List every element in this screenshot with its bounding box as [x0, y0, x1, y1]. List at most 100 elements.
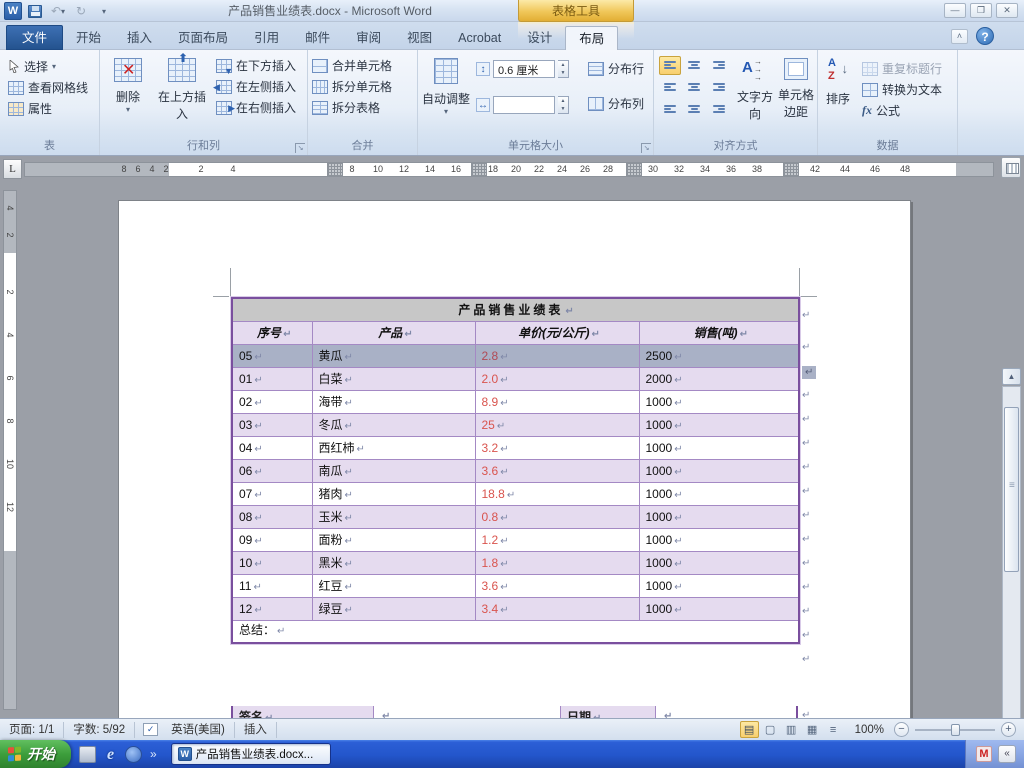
table-cell[interactable]: 1.8 ↵	[474, 550, 640, 575]
draft-view-button[interactable]: ≡	[824, 721, 843, 738]
document-page[interactable]: 产品销售业绩表 ↵ 序号 ↵ 产品 ↵ 单价(元/公斤) ↵ 销售(吨) ↵ 05 ↵ 黄瓜 ↵ 2.8 ↵ 2…	[118, 200, 911, 718]
table-cell[interactable]: 黑米 ↵	[311, 550, 476, 575]
table-cell[interactable]: 3.2 ↵	[474, 435, 640, 460]
repeat-header-rows-button[interactable]: 重复标题行	[858, 58, 946, 79]
table-cell[interactable]: 2500 ↵	[638, 343, 800, 368]
table-cell[interactable]: 1000 ↵	[638, 389, 800, 414]
table-cell[interactable]: 1000 ↵	[638, 481, 800, 506]
zoom-level[interactable]: 100%	[845, 724, 892, 736]
dialog-launcher-icon[interactable]: ↘	[641, 143, 651, 153]
table-cell[interactable]: 1000 ↵	[638, 504, 800, 529]
print-layout-view-button[interactable]: ▤	[739, 721, 759, 738]
table-cell[interactable]: 2.8 ↵	[474, 343, 640, 368]
table-column-marker[interactable]	[783, 163, 799, 176]
table-cell[interactable]: 09 ↵	[231, 527, 313, 552]
web-layout-view-button[interactable]: ▥	[782, 721, 801, 738]
table-cell[interactable]: 1000 ↵	[638, 596, 800, 621]
spin-up-icon[interactable]: ▲	[558, 97, 568, 105]
header-cell[interactable]: 产品 ↵	[311, 320, 476, 345]
table-cell[interactable]: 25 ↵	[474, 412, 640, 437]
restore-button[interactable]: ❐	[970, 3, 992, 18]
table-cell[interactable]: 1000 ↵	[638, 435, 800, 460]
delete-button[interactable]: ✕ 删除 ▾	[102, 54, 154, 142]
table-cell[interactable]: 3.4 ↵	[474, 596, 640, 621]
align-bottom-center-button[interactable]	[683, 98, 705, 117]
table-cell[interactable]: 海带 ↵	[311, 389, 476, 414]
redo-button[interactable]: ↻	[71, 2, 91, 20]
scrollbar-track[interactable]	[1002, 386, 1021, 718]
fullscreen-reading-view-button[interactable]: ▢	[761, 721, 780, 738]
table-cell[interactable]: 面粉 ↵	[311, 527, 476, 552]
table-cell[interactable]: 猪肉 ↵	[311, 481, 476, 506]
table-column-marker[interactable]	[471, 163, 487, 176]
row-height-spinner[interactable]: ▲ ▼	[558, 60, 569, 78]
qat-customize-button[interactable]: ▾	[94, 2, 114, 20]
word-count[interactable]: 字数: 5/92	[64, 721, 136, 738]
table-cell[interactable]: 3.6 ↵	[474, 573, 640, 598]
table-row[interactable]: 04 ↵ 西红柿 ↵ 3.2 ↵ 1000 ↵	[231, 435, 800, 460]
table-column-marker[interactable]	[327, 163, 343, 176]
close-button[interactable]: ✕	[996, 3, 1018, 18]
undo-button[interactable]: ↶ ▾	[48, 2, 68, 20]
table-row[interactable]: 12 ↵ 绿豆 ↵ 3.4 ↵ 1000 ↵	[231, 596, 800, 621]
insert-right-button[interactable]: ▶ 在右侧插入	[212, 97, 300, 118]
insert-above-button[interactable]: ⬆ 在上方插入	[156, 52, 208, 142]
table-cell[interactable]: 01 ↵	[231, 366, 313, 391]
table-row[interactable]: 05 ↵ 黄瓜 ↵ 2.8 ↵ 2500 ↵	[231, 343, 800, 368]
taskbar-item-word-document[interactable]: W 产品销售业绩表.docx...	[170, 743, 331, 765]
split-cells-button[interactable]: 拆分单元格	[308, 76, 417, 97]
table-cell[interactable]: 绿豆 ↵	[311, 596, 476, 621]
table-cell[interactable]: 西红柿 ↵	[311, 435, 476, 460]
tab-邮件[interactable]: 邮件	[292, 26, 343, 50]
table-cell[interactable]: 红豆 ↵	[311, 573, 476, 598]
table-cell[interactable]: 10 ↵	[231, 550, 313, 575]
table-cell[interactable]: 2.0 ↵	[474, 366, 640, 391]
table-row[interactable]: 02 ↵ 海带 ↵ 8.9 ↵ 1000 ↵	[231, 389, 800, 414]
table-cell[interactable]: 南瓜 ↵	[311, 458, 476, 483]
table-footer-cell[interactable]: 签名↵	[233, 706, 374, 718]
header-cell[interactable]: 单价(元/公斤) ↵	[474, 320, 640, 345]
row-height-input[interactable]: 0.6 厘米	[493, 60, 555, 78]
table-row[interactable]: 03 ↵ 冬瓜 ↵ 25 ↵ 1000 ↵	[231, 412, 800, 437]
zoom-slider-thumb[interactable]	[951, 723, 960, 736]
help-button[interactable]: ?	[976, 27, 994, 45]
distribute-columns-button[interactable]: 分布列	[584, 93, 648, 114]
tab-Acrobat[interactable]: Acrobat	[445, 26, 514, 50]
tab-开始[interactable]: 开始	[63, 26, 114, 50]
summary-cell[interactable]: 总结： ↵	[231, 619, 800, 644]
table-cell[interactable]: 07 ↵	[231, 481, 313, 506]
tab-页面布局[interactable]: 页面布局	[165, 26, 241, 50]
spin-down-icon[interactable]: ▼	[558, 69, 568, 77]
select-button[interactable]: 选择 ▾	[4, 56, 99, 77]
view-gridlines-button[interactable]: 查看网格线	[4, 77, 99, 98]
vertical-scrollbar[interactable]: ▲ ▼ ▲▲ ○ ▼▼	[1002, 368, 1022, 718]
collapse-ribbon-button[interactable]: ˄	[951, 29, 968, 44]
quick-launch-more-icon[interactable]: »	[150, 747, 157, 761]
table-cell[interactable]: 11 ↵	[231, 573, 313, 598]
tab-设计[interactable]: 设计	[514, 26, 565, 50]
table-footer-cell[interactable]: 日期↵	[561, 706, 656, 718]
formula-button[interactable]: fx 公式	[858, 100, 946, 121]
tab-布局[interactable]: 布局	[565, 26, 619, 50]
col-width-spinner[interactable]: ▲ ▼	[558, 96, 569, 114]
table-column-marker[interactable]	[626, 163, 642, 176]
tab-审阅[interactable]: 审阅	[343, 26, 394, 50]
tab-插入[interactable]: 插入	[114, 26, 165, 50]
spin-up-icon[interactable]: ▲	[558, 61, 568, 69]
distribute-rows-button[interactable]: 分布行	[584, 58, 648, 79]
quick-launch-app-icon[interactable]	[79, 745, 96, 763]
table-summary-row[interactable]: 总结： ↵	[231, 619, 800, 644]
insert-mode-indicator[interactable]: 插入	[235, 721, 277, 738]
language-indicator[interactable]: 英语(美国)	[162, 721, 235, 738]
table-row[interactable]: 01 ↵ 白菜 ↵ 2.0 ↵ 2000 ↵	[231, 366, 800, 391]
table-cell[interactable]: 0.8 ↵	[474, 504, 640, 529]
table-cell[interactable]: 白菜 ↵	[311, 366, 476, 391]
merge-cells-button[interactable]: 合并单元格	[308, 55, 417, 76]
table-cell[interactable]: 8.9 ↵	[474, 389, 640, 414]
horizontal-ruler[interactable]: 8 6 4 2 2 4 8 10 12 14 16 18 20 22 24 26 28 30 32 34 36 38 42 4…	[24, 162, 994, 177]
table-cell[interactable]: 冬瓜 ↵	[311, 412, 476, 437]
align-bottom-left-button[interactable]	[659, 98, 681, 117]
table-cell[interactable]: 02 ↵	[231, 389, 313, 414]
tray-expand-button[interactable]: «	[998, 745, 1016, 763]
table-cell[interactable]: 1000 ↵	[638, 412, 800, 437]
